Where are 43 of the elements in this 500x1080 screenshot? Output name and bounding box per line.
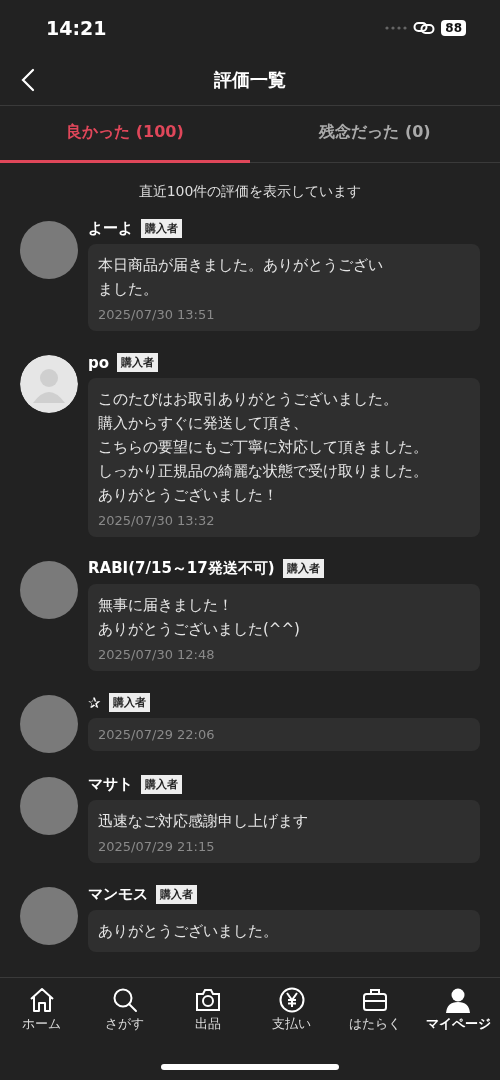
tab[interactable]: 残念だった (0): [250, 106, 500, 163]
link-icon: [413, 19, 436, 36]
review-comment: このたびはお取引ありがとうございました。 購入からすぐに発送して頂き、 こちらの要望にもご丁寧に対応して頂きました。 しっかり正規品の綺麗な状態で受け取りました。 ありがとうございました！: [98, 389, 429, 506]
back-icon[interactable]: [21, 68, 35, 92]
signal-dots-icon: [385, 24, 408, 31]
buyer-badge: 購入者: [282, 559, 324, 578]
nav-item[interactable]: さがす: [83, 986, 167, 1033]
nav-item[interactable]: 出品: [166, 986, 250, 1033]
buyer-badge: 購入者: [156, 885, 197, 904]
review-date: 2025/07/30 12:48: [98, 647, 216, 662]
nav-item[interactable]: はたらく: [333, 986, 417, 1033]
review-comment: 本日商品が届きました。ありがとうござい ました。: [98, 255, 384, 300]
nav-item[interactable]: マイページ: [416, 986, 500, 1033]
nav-item[interactable]: 支払い: [250, 986, 334, 1033]
review-comment: 迅速なご対応感謝申し上げます: [98, 811, 309, 832]
buyer-badge: 購入者: [108, 693, 150, 712]
review-date: 2025/07/29 21:15: [98, 839, 216, 854]
yen-icon: [277, 986, 306, 1014]
review-date: 2025/07/30 13:32: [98, 513, 216, 528]
camera-icon: [194, 986, 223, 1014]
tab[interactable]: 良かった (100): [0, 106, 250, 163]
reviewer-name[interactable]: po: [88, 353, 110, 372]
review-date: 2025/07/29 22:06: [98, 727, 216, 742]
status-time: 14:21: [46, 16, 107, 39]
buyer-badge: 購入者: [141, 775, 182, 794]
default-avatar-icon[interactable]: [20, 355, 78, 413]
battery-level: 88: [441, 19, 466, 36]
person-icon: [444, 986, 473, 1014]
nav-item[interactable]: ホーム: [0, 986, 84, 1033]
reviewer-name[interactable]: ✰: [88, 693, 101, 712]
reviewer-name[interactable]: マサト: [88, 775, 133, 794]
review-comment: 無事に届きました！ ありがとうございました(^^): [98, 595, 301, 640]
search-icon: [111, 986, 139, 1014]
page-title: 評価一覧: [214, 68, 286, 92]
reviewer-name[interactable]: RABI(7/15～17発送不可): [88, 559, 275, 578]
buyer-badge: 購入者: [117, 353, 159, 372]
reviewer-name[interactable]: よーよ: [88, 219, 133, 238]
briefcase-icon: [360, 986, 389, 1014]
reviewer-name[interactable]: マンモス: [88, 885, 148, 904]
notice-text: 直近100件の評価を表示しています: [137, 182, 363, 201]
review-date: 2025/07/30 13:51: [98, 307, 216, 322]
buyer-badge: 購入者: [141, 219, 182, 238]
review-comment: ありがとうございました。: [98, 921, 279, 942]
